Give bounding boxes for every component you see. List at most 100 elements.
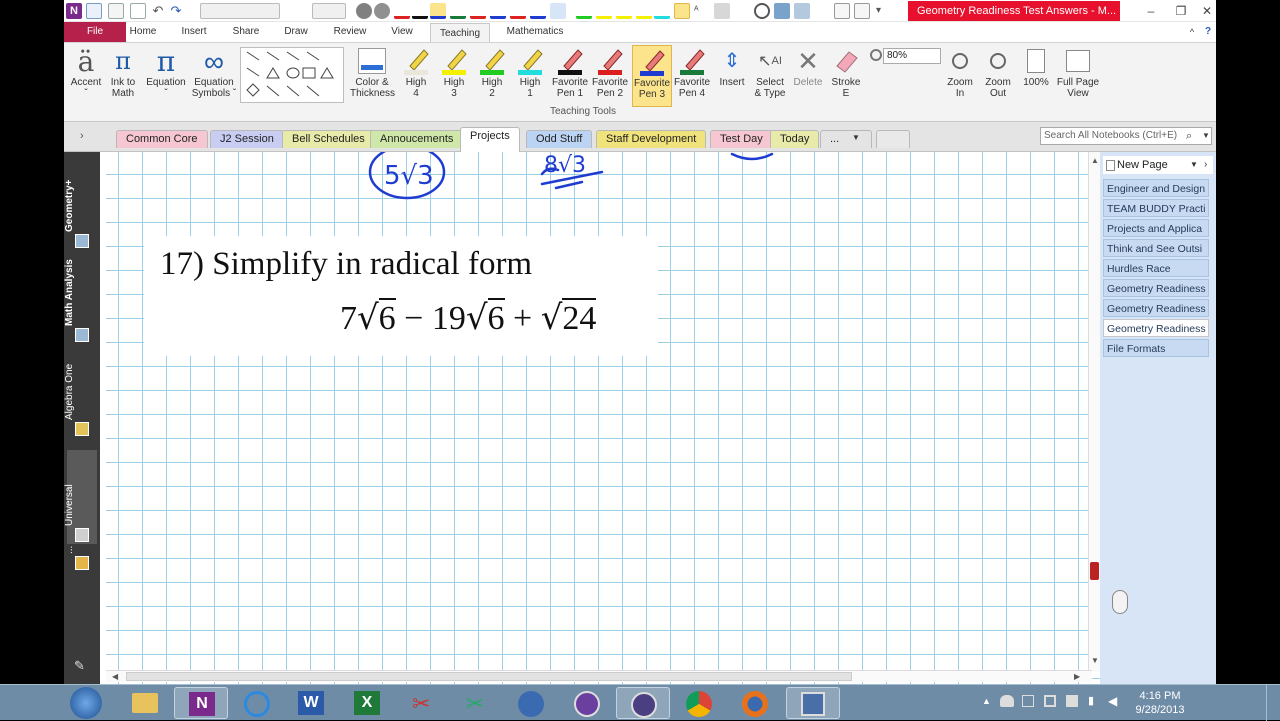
- battery-icon[interactable]: [1066, 695, 1078, 707]
- expand-nav-icon[interactable]: ›: [80, 130, 84, 142]
- page-tab[interactable]: Projects and Applica: [1103, 219, 1209, 237]
- unfiled-notes-icon[interactable]: ✎: [74, 658, 90, 673]
- scissors-icon[interactable]: ✂: [450, 687, 504, 719]
- close-icon[interactable]: ✕: [1192, 2, 1216, 20]
- internet-explorer-icon[interactable]: [230, 687, 284, 719]
- pen-red-icon[interactable]: [394, 3, 410, 19]
- page-tab[interactable]: Think and See Outsi: [1103, 239, 1209, 257]
- tab-view[interactable]: View: [384, 22, 420, 42]
- page-tab[interactable]: File Formats: [1103, 339, 1209, 357]
- minimize-icon[interactable]: –: [1136, 2, 1166, 20]
- tab-share[interactable]: Share: [226, 22, 266, 42]
- show-hidden-icons[interactable]: ▲: [982, 696, 991, 706]
- scroll-left-icon[interactable]: ◀: [112, 672, 118, 681]
- tab-file[interactable]: File: [64, 22, 126, 42]
- system-clock[interactable]: 4:16 PM 9/28/2013: [1130, 689, 1190, 717]
- tab-review[interactable]: Review: [328, 22, 372, 42]
- sync-icon[interactable]: [374, 3, 390, 19]
- horizontal-scrollbar[interactable]: ◀ ▶: [106, 670, 1092, 682]
- customize-qat-icon[interactable]: ▾: [876, 3, 892, 19]
- favorite-pen4-button[interactable]: Favorite Pen 4: [672, 45, 712, 105]
- accent-button[interactable]: ä Accent ˇ: [68, 45, 104, 105]
- zoom-in-button[interactable]: Zoom In: [942, 45, 978, 105]
- highlighter-yellow3-icon[interactable]: [636, 3, 652, 19]
- dock-icon[interactable]: [108, 3, 124, 19]
- section-tab[interactable]: Bell Schedules: [282, 130, 375, 148]
- font-size-combobox[interactable]: [312, 3, 346, 19]
- thunderbird-icon[interactable]: [504, 687, 558, 719]
- section-tab[interactable]: Common Core: [116, 130, 208, 148]
- undo-arrow-icon[interactable]: ↷: [168, 3, 184, 19]
- shapes-gallery[interactable]: [240, 47, 344, 103]
- highlighter-yellow-icon[interactable]: [596, 3, 612, 19]
- full-page-view-button[interactable]: Full Page View: [1056, 45, 1100, 105]
- pen-blue-icon[interactable]: [430, 3, 446, 19]
- flag-icon[interactable]: [1044, 695, 1056, 707]
- search-dropdown-icon[interactable]: ▼: [1202, 131, 1210, 140]
- notebook-geometry[interactable]: Geometry+: [64, 156, 97, 250]
- gauge-icon[interactable]: [560, 687, 614, 719]
- new-section-tab[interactable]: [876, 130, 910, 148]
- collapse-ribbon-icon[interactable]: ^: [1184, 22, 1200, 42]
- select-type-button[interactable]: ↖ AI Select & Type: [750, 45, 790, 105]
- high3-button[interactable]: High 3: [436, 45, 472, 105]
- recorder-icon[interactable]: [616, 687, 670, 719]
- notebook-universal[interactable]: Universal: [64, 450, 97, 544]
- eraser-icon[interactable]: [714, 3, 730, 19]
- insert-space-button[interactable]: ⇕ Insert: [714, 45, 750, 105]
- page-tab-selected[interactable]: Geometry Readiness: [1103, 319, 1209, 337]
- ink-icon[interactable]: [794, 3, 810, 19]
- save-disk-icon[interactable]: [786, 687, 840, 719]
- tab-draw[interactable]: Draw: [278, 22, 314, 42]
- show-desktop-button[interactable]: [1266, 685, 1280, 721]
- zoom-small-icon[interactable]: [754, 3, 770, 19]
- favorite-pen3-button[interactable]: Favorite Pen 3: [632, 45, 672, 107]
- favorite-pen2-button[interactable]: Favorite Pen 2: [590, 45, 630, 105]
- scroll-up-icon[interactable]: ▲: [1091, 156, 1099, 165]
- section-tab[interactable]: Test Day: [710, 130, 773, 148]
- section-tab[interactable]: J2 Session: [210, 130, 284, 148]
- explorer-icon[interactable]: [118, 687, 172, 719]
- pen-black-icon[interactable]: [412, 3, 428, 19]
- section-tab[interactable]: Odd Stuff: [526, 130, 593, 148]
- equation-button[interactable]: π Equation ˇ: [144, 45, 188, 105]
- onenote-app-icon[interactable]: N: [66, 3, 82, 19]
- high2-button[interactable]: High 2: [474, 45, 510, 105]
- section-tab[interactable]: Annoucements: [370, 130, 464, 148]
- tab-home[interactable]: Home: [126, 22, 160, 42]
- page-tab[interactable]: Hurdles Race: [1103, 259, 1209, 277]
- tray-app-icon[interactable]: [1022, 695, 1034, 707]
- search-icon[interactable]: ⌕: [1186, 130, 1192, 143]
- zoom-100-button[interactable]: 100%: [1018, 45, 1054, 105]
- onenote-taskbar-icon[interactable]: N: [174, 687, 228, 719]
- start-button[interactable]: [70, 687, 102, 719]
- word-icon[interactable]: W: [284, 687, 338, 719]
- network-icon[interactable]: ▮: [1088, 694, 1102, 708]
- section-tab[interactable]: Today: [770, 130, 820, 148]
- delete-button[interactable]: ✕ Delete: [790, 45, 826, 105]
- firefox-icon[interactable]: [728, 687, 782, 719]
- snipping-tool-icon[interactable]: ✂: [396, 687, 450, 719]
- chevron-down-icon[interactable]: ▼: [852, 133, 860, 142]
- notebook-algebra-one[interactable]: Algebra One: [64, 344, 97, 438]
- record-icon[interactable]: [356, 3, 372, 19]
- highlighter-yellow2-icon[interactable]: [616, 3, 632, 19]
- more-sections-tab[interactable]: ...: [820, 130, 872, 148]
- full-page-small-icon[interactable]: [834, 3, 850, 19]
- highlighter-green-icon[interactable]: [576, 3, 592, 19]
- hscroll-thumb[interactable]: [126, 672, 852, 681]
- page-tab[interactable]: TEAM BUDDY Practi: [1103, 199, 1209, 217]
- zoom-select[interactable]: 80%: [883, 48, 941, 64]
- high4-button[interactable]: High 4: [398, 45, 434, 105]
- pen-blue2-icon[interactable]: [490, 3, 506, 19]
- page-tab[interactable]: Geometry Readiness: [1103, 279, 1209, 297]
- pen-green-icon[interactable]: [450, 3, 466, 19]
- pen-red2-icon[interactable]: [470, 3, 486, 19]
- pen-red3-icon[interactable]: [510, 3, 526, 19]
- favorite-pen1-button[interactable]: Favorite Pen 1: [550, 45, 590, 105]
- font-combobox[interactable]: [200, 3, 280, 19]
- new-page-dropdown-icon[interactable]: ▼: [1190, 160, 1198, 169]
- tab-teaching[interactable]: Teaching: [430, 23, 490, 43]
- page-tab[interactable]: Engineer and Design: [1103, 179, 1209, 197]
- vertical-scrollbar[interactable]: ▲ ▼: [1088, 152, 1100, 672]
